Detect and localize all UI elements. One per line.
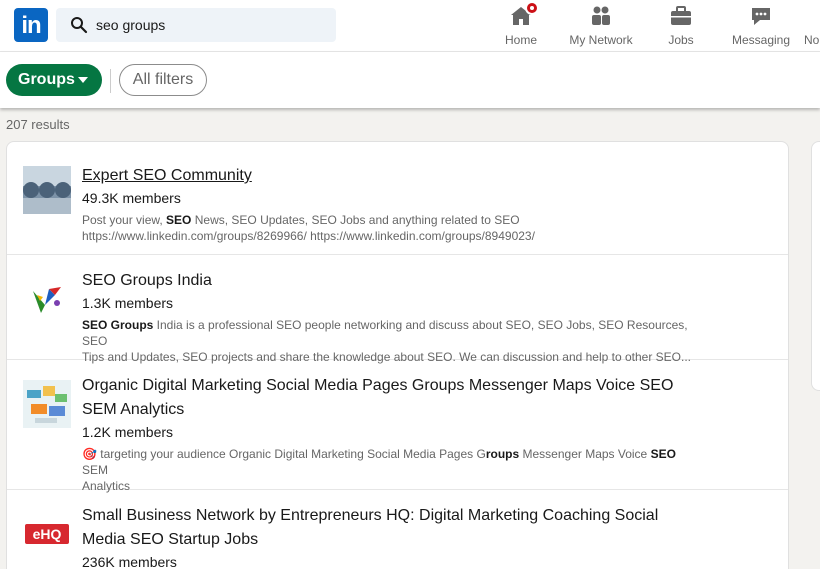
nav-messaging-label: Messaging	[731, 33, 791, 47]
list-item-body: Organic Digital Marketing Social Media P…	[82, 374, 702, 494]
nav-my-network[interactable]: My Network	[566, 2, 636, 50]
bell-icon	[812, 4, 820, 28]
notification-badge	[525, 1, 539, 15]
nav-my-network-label: My Network	[569, 33, 633, 47]
nav-jobs[interactable]: Jobs	[662, 2, 700, 50]
title-line: SEM Analytics	[82, 401, 185, 418]
group-title-link[interactable]: Expert SEO Community	[82, 164, 702, 188]
title-line: Organic Digital Marketing Social Media P…	[82, 377, 674, 394]
desc-highlight: SEO	[166, 213, 192, 227]
search-box[interactable]	[56, 8, 336, 42]
nav-home[interactable]: Home	[500, 1, 542, 50]
group-logo[interactable]	[23, 380, 71, 428]
top-nav-bar: in Home My Network	[0, 0, 820, 52]
list-item: Organic Digital Marketing Social Media P…	[7, 360, 788, 493]
desc-text: https://www.linkedin.com/groups/8269966/…	[82, 229, 535, 243]
search-input[interactable]	[96, 8, 326, 42]
groups-filter-label: Groups	[18, 71, 75, 88]
title-line: Media SEO Startup Jobs	[82, 531, 259, 548]
results-count: 207 results	[6, 117, 70, 132]
nav-messaging[interactable]: Messaging	[730, 2, 792, 50]
desc-text: News, SEO Updates, SEO Jobs and anything…	[191, 213, 520, 227]
desc-highlight: SEO	[650, 447, 676, 461]
member-count: 49.3K members	[82, 190, 181, 206]
right-rail-card	[811, 141, 820, 391]
all-filters-label: All filters	[132, 71, 194, 88]
search-icon	[71, 17, 88, 34]
group-title-link[interactable]: Small Business Network by Entrepreneurs …	[82, 504, 702, 552]
nav-jobs-label: Jobs	[668, 33, 694, 47]
nav-notifications[interactable]: No	[804, 2, 820, 50]
desc-text: targeting your audience Organic Digital …	[96, 447, 486, 461]
list-item: Expert SEO Community 49.3K members Post …	[7, 142, 788, 255]
logo-text: eHQ	[33, 526, 62, 542]
desc-text: Post your view,	[82, 213, 167, 227]
list-item: SEO Groups India 1.3K members SEO Groups…	[7, 255, 788, 364]
desc-highlight: roups	[485, 447, 520, 461]
filter-divider	[110, 69, 111, 93]
nav-home-label: Home	[504, 33, 537, 47]
linkedin-logo[interactable]: in	[14, 8, 48, 42]
desc-highlight: SEO Groups	[82, 318, 154, 332]
desc-text: India is a professional SEO people netwo…	[82, 318, 688, 348]
group-logo[interactable]	[23, 275, 71, 323]
nav-notifications-label: No	[804, 33, 820, 47]
group-title-link[interactable]: SEO Groups India	[82, 269, 702, 293]
network-icon	[589, 4, 613, 28]
member-count: 1.2K members	[82, 424, 174, 440]
filter-bar: Groups All filters	[0, 52, 820, 108]
desc-text: Messenger Maps Voice	[519, 447, 651, 461]
caret-down-icon	[78, 77, 88, 83]
list-item-body: Small Business Network by Entrepreneurs …	[82, 504, 702, 569]
group-logo[interactable]	[23, 166, 71, 214]
all-filters-button[interactable]: All filters	[119, 64, 207, 96]
group-logo[interactable]: eHQ	[23, 510, 71, 558]
group-description: 🎯 targeting your audience Organic Digita…	[82, 446, 702, 494]
messaging-icon	[749, 4, 773, 28]
member-count: 1.3K members	[82, 295, 174, 311]
member-count: 236K members	[82, 554, 177, 569]
group-title-link[interactable]: Organic Digital Marketing Social Media P…	[82, 374, 702, 422]
results-list: Expert SEO Community 49.3K members Post …	[6, 141, 789, 569]
list-item: eHQ Small Business Network by Entreprene…	[7, 490, 788, 569]
title-line: Small Business Network by Entrepreneurs …	[82, 507, 659, 524]
briefcase-icon	[669, 4, 693, 28]
list-item-body: Expert SEO Community 49.3K members Post …	[82, 164, 702, 244]
group-description: SEO Groups India is a professional SEO p…	[82, 317, 702, 365]
target-icon: 🎯	[82, 447, 97, 461]
home-icon	[509, 1, 539, 28]
group-description: Post your view, SEO News, SEO Updates, S…	[82, 212, 702, 244]
groups-filter-button[interactable]: Groups	[6, 64, 102, 96]
list-item-body: SEO Groups India 1.3K members SEO Groups…	[82, 269, 702, 365]
desc-text: SEM	[82, 463, 109, 477]
